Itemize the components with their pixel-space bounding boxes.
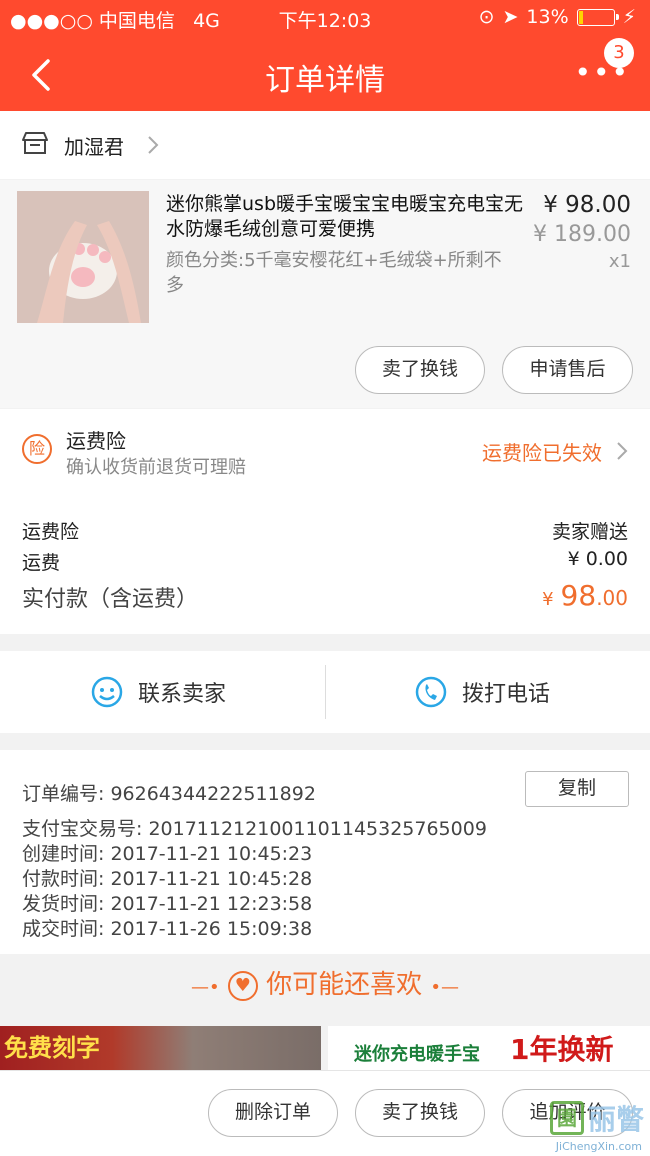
product-original-price: ¥ 189.00 [533,222,631,247]
call-phone-label[interactable]: 拨打电话 [462,676,550,708]
product-quantity: x1 [608,251,631,272]
contact-seller-button[interactable]: 联系卖家 [90,675,226,709]
fee-paid-row: 实付款（含运费） ¥ 98.00 [22,579,628,613]
call-phone-button[interactable]: 拨打电话 [414,675,550,709]
store-name[interactable]: 加湿君 [64,131,124,160]
recommend-title: 你可能还喜欢 [266,970,423,1000]
rotation-lock-icon: ⊙ [478,6,495,28]
store-row[interactable]: 加湿君 [0,111,650,179]
watermark-logo: 園 [549,1101,584,1135]
delete-order-button[interactable]: 删除订单 [208,1089,338,1137]
fee-insurance-value: 卖家赠送 [551,521,628,543]
recommend-item-right[interactable]: 迷你充电暖手宝 1年换新 [328,1026,650,1070]
battery-percent: 13% [526,6,569,28]
shipping-insurance-section: 险 运费险 确认收货前退货可理赔 运费险已失效 运费险 卖家赠送 运费 ¥ 0.… [0,409,650,634]
banner-right-highlight: 1年换新 [510,1033,614,1066]
charging-icon: ⚡ [622,6,636,28]
alipay-trade-number: 支付宝交易号: 2017112121001101145325765009 [22,818,487,840]
watermark-text: 丽瞥 [587,1103,644,1136]
fee-insurance-row: 运费险 卖家赠送 [22,517,628,544]
product-title[interactable]: 迷你熊掌usb暖手宝暖宝宝电暖宝充电宝无水防爆毛绒创意可爱便携 [166,192,526,242]
chat-face-icon [91,676,123,708]
insurance-subtitle: 确认收货前退货可理赔 [66,457,246,478]
paid-time: 付款时间: 2017-11-21 10:45:28 [22,868,313,890]
battery-fill [578,10,584,24]
message-count-badge: 3 [604,38,634,68]
created-time: 创建时间: 2017-11-21 10:45:23 [22,843,313,865]
insurance-title: 运费险 [66,429,126,453]
recommend-header: —• ♥ 你可能还喜欢 •— [0,954,650,1026]
recommend-item-left[interactable]: 免费刻字 [0,1026,321,1070]
contact-section: 联系卖家 拨打电话 [0,651,650,733]
recommend-title-row: —• ♥ 你可能还喜欢 •— [0,964,650,1001]
fee-shipping-label: 运费 [22,552,61,574]
status-bar: ●●●○○ 中国电信 4G 下午12:03 ⊙ ➤ 13% ⚡ [0,0,650,36]
completed-time: 成交时间: 2017-11-26 15:09:38 [22,918,313,940]
order-number: 订单编号: 96264344222511892 [22,783,316,805]
product-sku: 颜色分类:5千毫安樱花红+毛绒袋+所剩不多 [166,250,502,296]
fee-shipping-row: 运费 ¥ 0.00 [22,548,628,575]
insurance-icon: 险 [22,434,52,464]
chevron-right-icon[interactable] [616,441,628,461]
location-icon: ➤ [502,6,519,28]
product-photo-graphic [17,191,149,323]
sell-for-cash-button[interactable]: 卖了换钱 [355,346,485,394]
watermark: 園 丽瞥 [549,1098,644,1138]
order-product-item[interactable]: 迷你熊掌usb暖手宝暖宝宝电暖宝充电宝无水防爆毛绒创意可爱便携 颜色分类:5千毫… [0,180,650,408]
apply-after-sale-button[interactable]: 申请售后 [502,346,633,394]
heart-icon: ♥ [227,970,258,1001]
battery-icon [576,8,619,26]
product-price: ¥ 98.00 [543,192,631,218]
banner-right-text: 迷你充电暖手宝 [354,1044,480,1065]
right-dash-icon: •— [430,977,460,998]
status-right: ⊙ ➤ 13% ⚡ [479,6,636,28]
contact-seller-label[interactable]: 联系卖家 [138,676,226,708]
shipped-time: 发货时间: 2017-11-21 12:23:58 [22,893,313,915]
nav-bar: 订单详情 ••• 3 [0,36,650,111]
product-image[interactable] [17,191,149,323]
paid-decimal: .00 [596,586,628,610]
paid-integer: 98 [560,579,597,612]
phone-icon [415,676,447,708]
left-dash-icon: —• [190,977,220,998]
fee-paid-label: 实付款（含运费） [22,587,199,612]
chevron-right-icon [148,136,159,154]
watermark-url: JiChengXin.com [555,1140,642,1153]
fee-insurance-label: 运费险 [22,521,80,543]
order-info-section: 订单编号: 96264344222511892 复制 支付宝交易号: 20171… [0,750,650,954]
store-icon [22,132,48,154]
copy-order-number-button[interactable]: 复制 [525,771,629,807]
page-title: 订单详情 [265,63,385,98]
contact-divider [325,665,326,719]
fee-shipping-value: ¥ 0.00 [567,548,628,570]
more-menu-icon[interactable]: ••• [574,59,630,87]
fee-paid-value: ¥ 98.00 [542,579,628,612]
sell-for-cash-bottom-button[interactable]: 卖了换钱 [355,1089,485,1137]
insurance-status-link[interactable]: 运费险已失效 [482,437,602,466]
banner-left-text: 免费刻字 [4,1034,100,1062]
paid-currency: ¥ [542,589,554,610]
